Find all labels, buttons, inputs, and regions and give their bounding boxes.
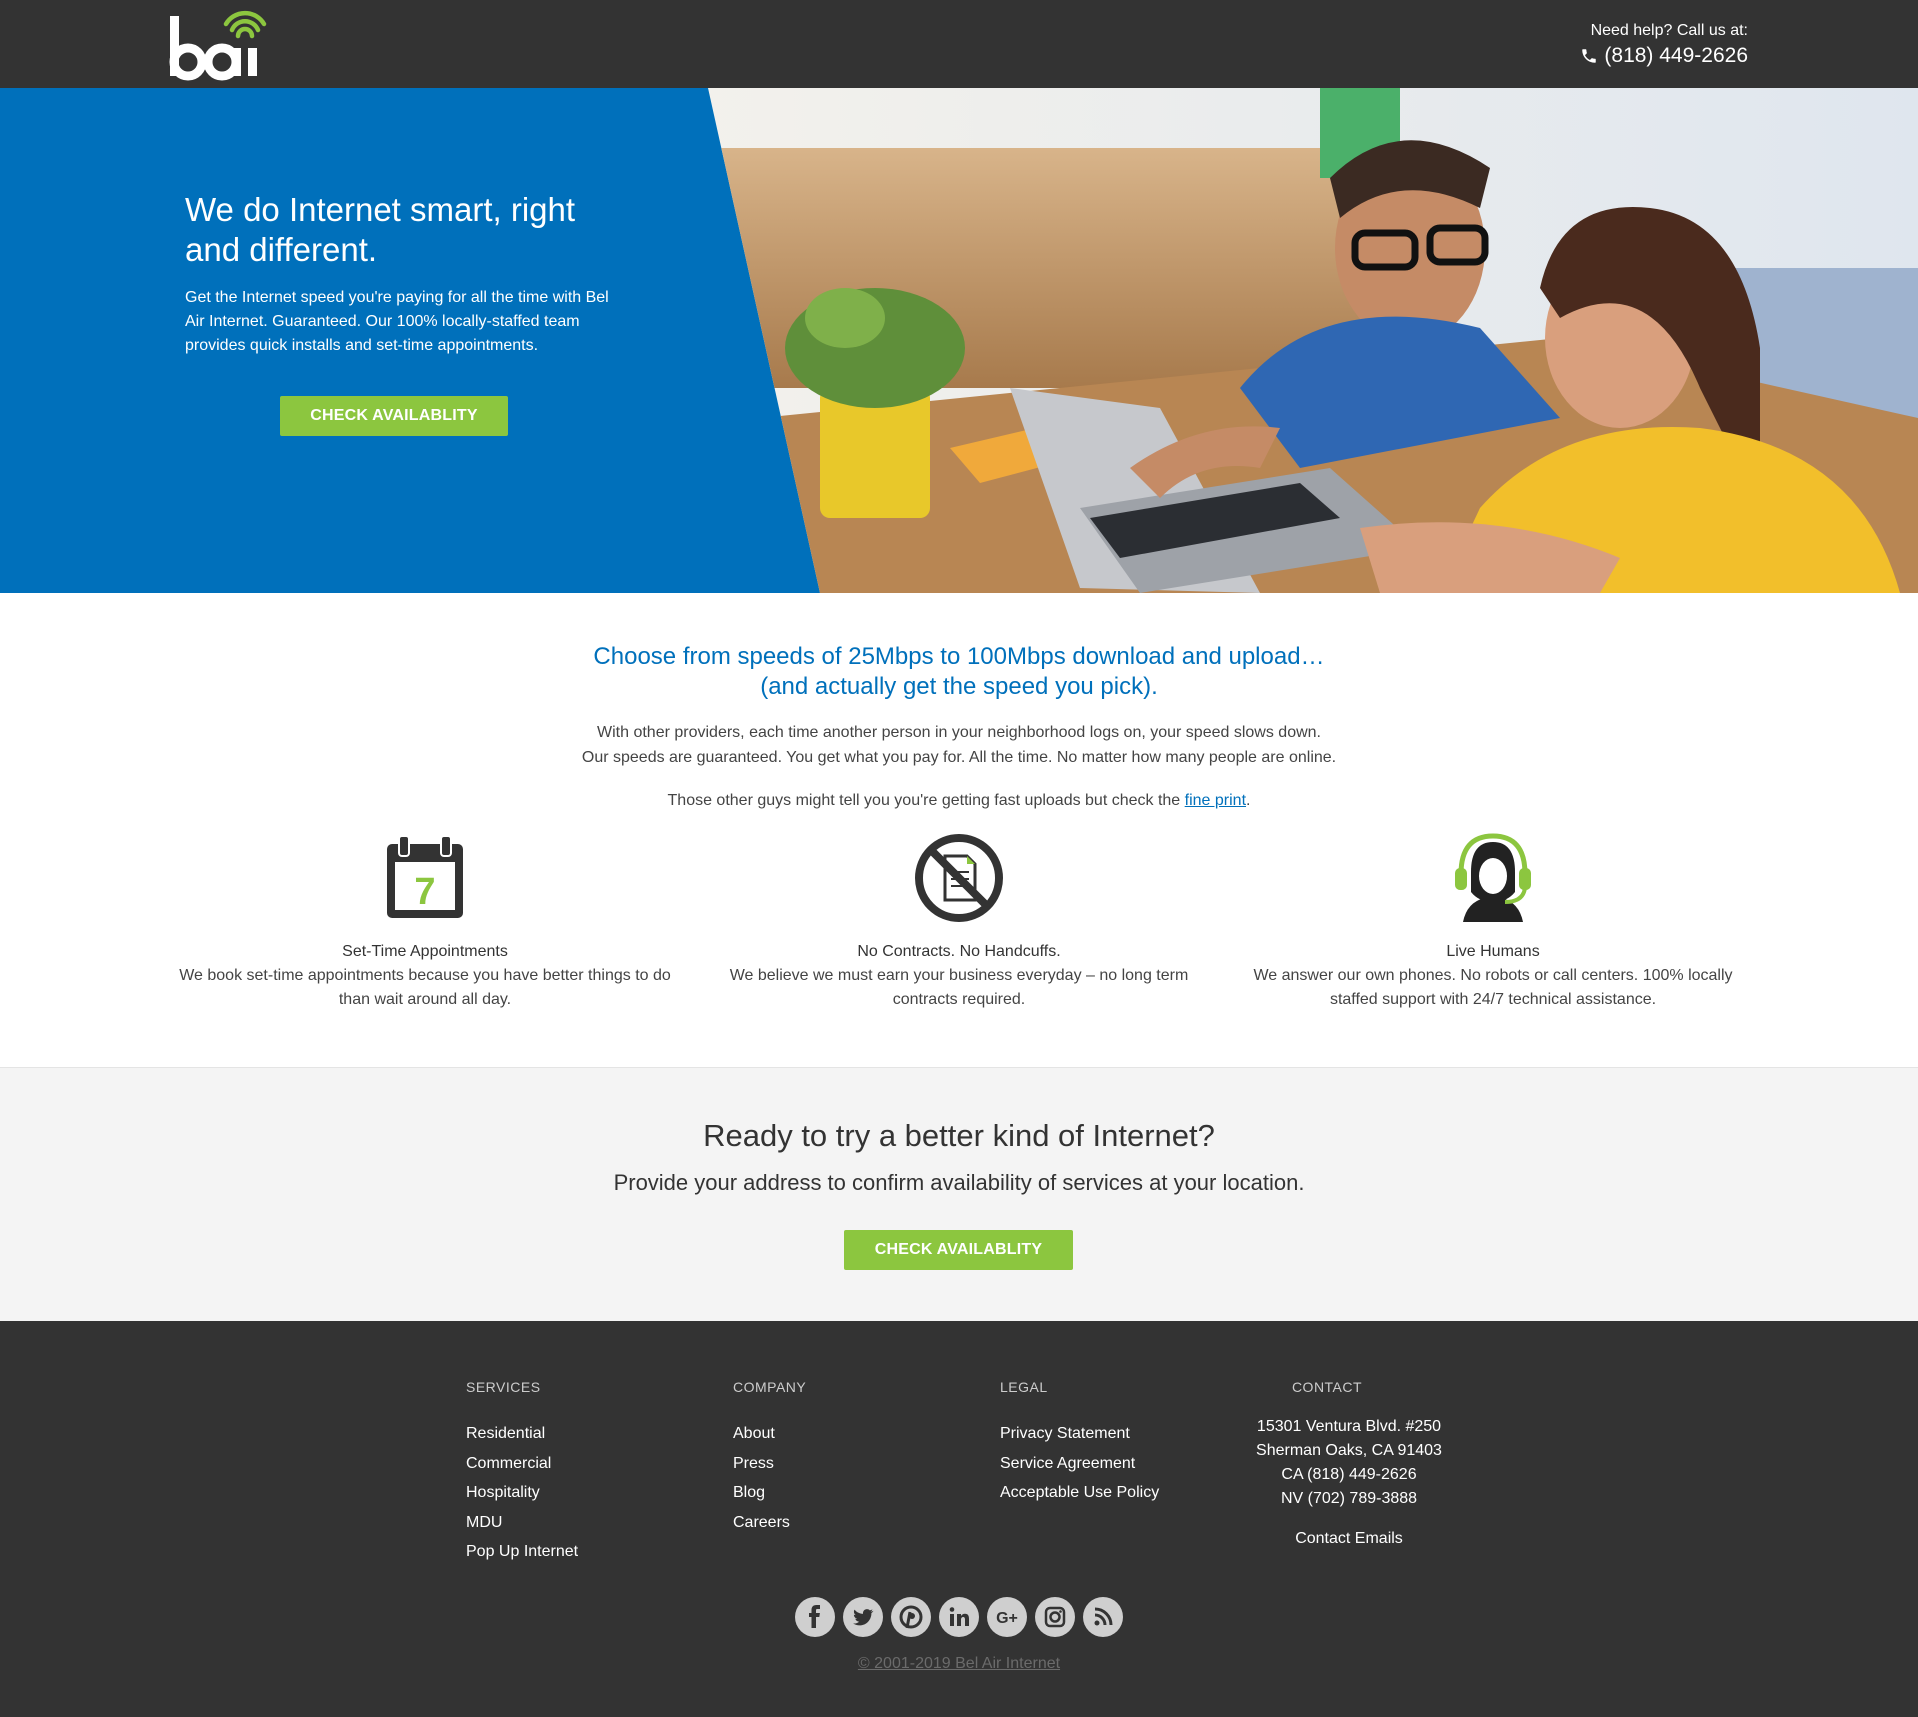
feature-live-humans: Live Humans We answer our own phones. No… [1243, 832, 1743, 1012]
no-contract-icon [915, 834, 1003, 922]
footer-services-column: SERVICES Residential Commercial Hospital… [466, 1379, 578, 1567]
fine-print-note: Those other guys might tell you you're g… [0, 790, 1918, 812]
pinterest-link[interactable] [891, 1597, 931, 1637]
footer-link-pop-up-internet[interactable]: Pop Up Internet [466, 1537, 578, 1567]
speeds-heading: Choose from speeds of 25Mbps to 100Mbps … [0, 642, 1918, 702]
footer-link-service-agreement[interactable]: Service Agreement [1000, 1449, 1159, 1479]
fine-print-link[interactable]: fine print [1185, 792, 1246, 809]
footer-link-residential[interactable]: Residential [466, 1419, 578, 1449]
contact-phone-ca[interactable]: CA (818) 449-2626 [1244, 1463, 1454, 1487]
cta-section: Ready to try a better kind of Internet? … [0, 1067, 1918, 1321]
footer-link-hospitality[interactable]: Hospitality [466, 1478, 578, 1508]
linkedin-link[interactable] [939, 1597, 979, 1637]
site-footer: SERVICES Residential Commercial Hospital… [0, 1321, 1918, 1717]
footer-link-commercial[interactable]: Commercial [466, 1449, 578, 1479]
rss-icon [1094, 1607, 1113, 1626]
instagram-link[interactable] [1035, 1597, 1075, 1637]
help-contact: Need help? Call us at: (818) 449-2626 [1580, 22, 1748, 68]
footer-link-privacy-statement[interactable]: Privacy Statement [1000, 1419, 1159, 1449]
facebook-icon [809, 1605, 820, 1628]
footer-contact-column: CONTACT 15301 Ventura Blvd. #250 Sherman… [1244, 1379, 1454, 1551]
fine-print-prefix: Those other guys might tell you you're g… [667, 792, 1185, 809]
google-plus-icon: G+ [996, 1610, 1018, 1627]
calendar-number: 7 [414, 871, 435, 913]
footer-link-acceptable-use-policy[interactable]: Acceptable Use Policy [1000, 1478, 1159, 1508]
hero-banner: We do Internet smart, right and differen… [0, 88, 1918, 593]
cta-check-availability-button[interactable]: CHECK AVAILABLITY [844, 1230, 1073, 1270]
speeds-text-line1: With other providers, each time another … [597, 724, 1321, 741]
feature-no-contracts: No Contracts. No Handcuffs. We believe w… [709, 832, 1209, 1012]
hero-description: Get the Internet speed you're paying for… [185, 289, 609, 354]
speeds-description: With other providers, each time another … [0, 720, 1918, 770]
cta-title: Ready to try a better kind of Internet? [703, 1118, 1215, 1153]
linkedin-icon [949, 1607, 969, 1626]
feature-set-time-appointments: 7 Set-Time Appointments We book set-time… [175, 832, 675, 1012]
footer-link-careers[interactable]: Careers [733, 1508, 806, 1538]
facebook-link[interactable] [795, 1597, 835, 1637]
speeds-heading-line1: Choose from speeds of 25Mbps to 100Mbps … [593, 643, 1325, 670]
social-links: G+ [0, 1597, 1918, 1637]
twitter-link[interactable] [843, 1597, 883, 1637]
footer-link-press[interactable]: Press [733, 1449, 806, 1479]
instagram-icon [1044, 1606, 1066, 1628]
feature-text: We believe we must earn your business ev… [729, 967, 1189, 1008]
feature-text: We answer our own phones. No robots or c… [1253, 967, 1733, 1008]
google-plus-link[interactable]: G+ [987, 1597, 1027, 1637]
footer-heading: LEGAL [1000, 1379, 1048, 1395]
contact-phone-nv[interactable]: NV (702) 789-3888 [1244, 1487, 1454, 1511]
calendar-icon: 7 [387, 835, 463, 918]
copyright-link[interactable]: © 2001-2019 Bel Air Internet [0, 1655, 1918, 1673]
footer-heading: COMPANY [733, 1379, 807, 1395]
speeds-text-line2: Our speeds are guaranteed. You get what … [581, 749, 1337, 766]
footer-company-column: COMPANY About Press Blog Careers [733, 1379, 806, 1537]
footer-link-blog[interactable]: Blog [733, 1478, 806, 1508]
hero-check-availability-button[interactable]: CHECK AVAILABLITY [280, 396, 508, 436]
contact-address-line1: 15301 Ventura Blvd. #250 [1256, 1418, 1442, 1435]
header-phone[interactable]: (818) 449-2626 [1580, 44, 1748, 68]
fine-print-suffix: . [1246, 792, 1251, 809]
speeds-heading-line2: (and actually get the speed you pick). [760, 673, 1158, 700]
phone-number: (818) 449-2626 [1604, 44, 1748, 67]
site-header: Need help? Call us at: (818) 449-2626 [0, 0, 1918, 88]
footer-link-mdu[interactable]: MDU [466, 1508, 578, 1538]
bai-logo[interactable] [166, 6, 276, 82]
phone-icon [1582, 49, 1597, 63]
feature-text: We book set-time appointments because yo… [179, 967, 671, 1008]
cta-text: Provide your address to confirm availabi… [613, 1170, 1305, 1195]
feature-title: Set-Time Appointments [342, 943, 508, 960]
help-label: Need help? Call us at: [1590, 22, 1748, 39]
contact-address-line2: Sherman Oaks, CA 91403 [1256, 1442, 1442, 1459]
pinterest-icon [899, 1605, 923, 1629]
feature-title: Live Humans [1446, 943, 1540, 960]
contact-emails-link[interactable]: Contact Emails [1244, 1527, 1454, 1551]
footer-link-about[interactable]: About [733, 1419, 806, 1449]
hero-title: We do Internet smart, right and differen… [185, 191, 576, 268]
footer-heading: CONTACT [1291, 1379, 1363, 1395]
twitter-icon [853, 1609, 874, 1626]
rss-link[interactable] [1083, 1597, 1123, 1637]
footer-heading: SERVICES [466, 1379, 541, 1395]
headset-person-icon [1455, 833, 1531, 922]
footer-legal-column: LEGAL Privacy Statement Service Agreemen… [1000, 1379, 1159, 1508]
svg-text:G+: G+ [996, 1610, 1018, 1627]
feature-title: No Contracts. No Handcuffs. [857, 943, 1061, 960]
